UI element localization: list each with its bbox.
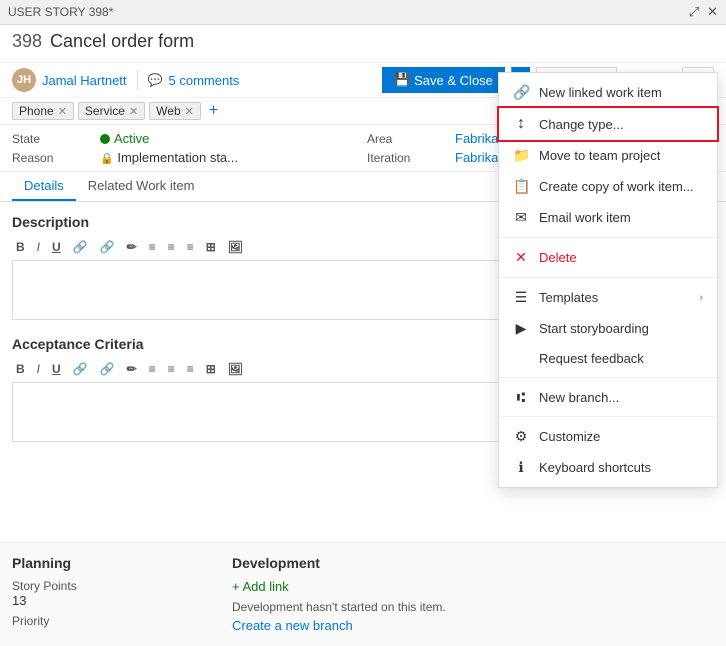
menu-item-request-feedback[interactable]: Request feedback: [499, 344, 717, 373]
templates-chevron: ›: [699, 292, 703, 304]
comment-count[interactable]: 5 comments: [169, 73, 240, 88]
area-label: Area: [367, 132, 447, 146]
list3-button-desc[interactable]: ≡: [183, 238, 198, 256]
italic-button-ac[interactable]: I: [33, 360, 44, 378]
menu-item-storyboard[interactable]: ▶ Start storyboarding: [499, 313, 717, 344]
change-type-icon: ↕: [513, 115, 529, 133]
reason-label: Reason: [12, 151, 92, 165]
menu-item-email[interactable]: ✉ Email work item: [499, 202, 717, 233]
work-item-title: Cancel order form: [50, 31, 194, 52]
tag-web-close[interactable]: ✕: [185, 105, 194, 118]
customize-icon: ⚙: [513, 428, 529, 445]
italic-button-desc[interactable]: I: [33, 238, 44, 256]
add-link-button[interactable]: + Add link: [232, 579, 289, 594]
underline-button-desc[interactable]: U: [48, 238, 65, 256]
title-bar: USER STORY 398* ⤢ ✕: [0, 0, 726, 25]
tag-web: Web ✕: [149, 102, 201, 120]
menu-item-create-copy[interactable]: 📋 Create copy of work item...: [499, 171, 717, 202]
table-button-desc[interactable]: ⊞: [202, 238, 220, 256]
avatar: JH: [12, 68, 36, 92]
underline-button-ac[interactable]: U: [48, 360, 65, 378]
close-icon[interactable]: ✕: [707, 4, 718, 20]
menu-divider-2: [499, 277, 717, 278]
development-title: Development: [232, 555, 714, 571]
development-description: Development hasn't started on this item.: [232, 600, 714, 614]
menu-item-keyboard-shortcuts[interactable]: ℹ Keyboard shortcuts: [499, 452, 717, 483]
planning-column: Planning Story Points 13 Priority: [12, 555, 212, 634]
menu-divider-1: [499, 237, 717, 238]
image-button-ac[interactable]: 🖼: [224, 360, 247, 378]
list2-button-desc[interactable]: ≡: [164, 238, 179, 256]
storyboard-icon: ▶: [513, 320, 529, 337]
development-column: Development + Add link Development hasn'…: [232, 555, 714, 634]
tag-phone-close[interactable]: ✕: [58, 105, 67, 118]
bottom-section: Planning Story Points 13 Priority Develo…: [0, 542, 726, 646]
menu-item-templates[interactable]: ☰ Templates ›: [499, 282, 717, 313]
link-button-ac[interactable]: 🔗: [69, 360, 92, 378]
bold-button-ac[interactable]: B: [12, 360, 29, 378]
planning-title: Planning: [12, 555, 212, 571]
separator: [137, 70, 138, 90]
expand-icon[interactable]: ⤢: [689, 4, 699, 20]
tab-related-work-item[interactable]: Related Work item: [76, 172, 207, 201]
list3-button-ac[interactable]: ≡: [183, 360, 198, 378]
tag-service: Service ✕: [78, 102, 145, 120]
table-button-ac[interactable]: ⊞: [202, 360, 220, 378]
user-name[interactable]: Jamal Hartnett: [42, 73, 127, 88]
active-dot: [100, 134, 110, 144]
list2-button-ac[interactable]: ≡: [164, 360, 179, 378]
menu-item-new-branch[interactable]: ⑆ New branch...: [499, 382, 717, 412]
menu-item-new-linked[interactable]: 🔗 New linked work item: [499, 77, 717, 108]
iteration-label: Iteration: [367, 151, 447, 165]
state-value[interactable]: Active: [100, 131, 359, 146]
templates-icon: ☰: [513, 289, 529, 306]
email-icon: ✉: [513, 209, 529, 226]
save-icon: 💾: [394, 72, 410, 88]
work-item-id: 398: [12, 31, 42, 52]
new-linked-icon: 🔗: [513, 84, 529, 101]
menu-item-customize[interactable]: ⚙ Customize: [499, 421, 717, 452]
list1-button-ac[interactable]: ≡: [145, 360, 160, 378]
comment-icon: 💬: [148, 73, 163, 87]
tag-service-close[interactable]: ✕: [129, 105, 138, 118]
dropdown-menu: 🔗 New linked work item ↕ Change type... …: [498, 72, 718, 488]
menu-item-delete[interactable]: ✕ Delete: [499, 242, 717, 273]
work-item-header: 398 Cancel order form: [0, 25, 726, 63]
menu-item-change-type[interactable]: ↕ Change type...: [499, 108, 717, 140]
delete-icon: ✕: [513, 249, 529, 266]
bold-button-desc[interactable]: B: [12, 238, 29, 256]
keyboard-shortcuts-icon: ℹ: [513, 459, 529, 476]
story-points-label: Story Points: [12, 579, 212, 593]
add-tag-button[interactable]: +: [205, 102, 222, 120]
lock-icon: 🔒: [100, 153, 114, 165]
menu-divider-3: [499, 377, 717, 378]
new-branch-icon: ⑆: [513, 389, 529, 405]
title-bar-label: USER STORY 398*: [8, 5, 113, 19]
tab-details[interactable]: Details: [12, 172, 76, 201]
edit-button-ac[interactable]: ✏: [123, 360, 141, 378]
tag-phone: Phone ✕: [12, 102, 74, 120]
create-copy-icon: 📋: [513, 178, 529, 195]
menu-item-move-to-team[interactable]: 📁 Move to team project: [499, 140, 717, 171]
reason-value[interactable]: 🔒 Implementation sta...: [100, 150, 359, 165]
story-points-value[interactable]: 13: [12, 593, 212, 608]
image-button-desc[interactable]: 🖼: [224, 238, 247, 256]
edit-button-desc[interactable]: ✏: [123, 238, 141, 256]
create-branch-link[interactable]: Create a new branch: [232, 618, 353, 633]
link-button-desc[interactable]: 🔗: [69, 238, 92, 256]
link2-button-desc[interactable]: 🔗: [96, 238, 119, 256]
state-label: State: [12, 132, 92, 146]
move-to-team-icon: 📁: [513, 147, 529, 164]
menu-divider-4: [499, 416, 717, 417]
save-close-button[interactable]: 💾 Save & Close: [382, 67, 505, 93]
link2-button-ac[interactable]: 🔗: [96, 360, 119, 378]
priority-label: Priority: [12, 614, 212, 628]
list1-button-desc[interactable]: ≡: [145, 238, 160, 256]
